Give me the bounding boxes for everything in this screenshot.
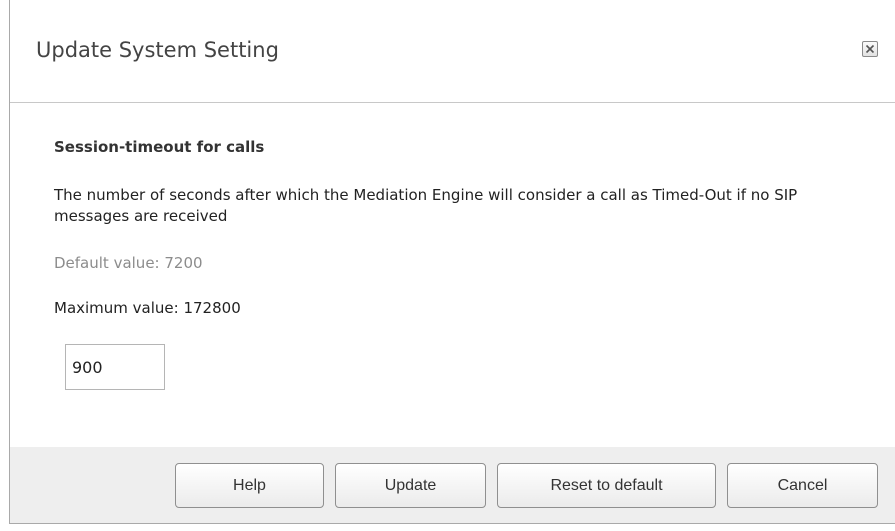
dialog-footer: Help Update Reset to default Cancel — [10, 447, 895, 523]
dialog-body: Session-timeout for calls The number of … — [10, 103, 895, 447]
close-icon — [865, 44, 875, 54]
dialog-titlebar: Update System Setting — [10, 0, 895, 103]
help-button[interactable]: Help — [175, 463, 324, 508]
close-button[interactable] — [862, 41, 878, 57]
cancel-button[interactable]: Cancel — [727, 463, 878, 508]
dialog-title: Update System Setting — [36, 38, 279, 62]
maximum-value-label: Maximum value: 172800 — [54, 299, 241, 317]
update-system-setting-dialog: Update System Setting Session-timeout fo… — [9, 0, 895, 524]
setting-description: The number of seconds after which the Me… — [54, 186, 798, 225]
setting-value-input[interactable] — [65, 344, 165, 390]
setting-name: Session-timeout for calls — [54, 138, 265, 156]
default-value-label: Default value: 7200 — [54, 254, 203, 272]
update-button[interactable]: Update — [335, 463, 486, 508]
reset-to-default-button[interactable]: Reset to default — [497, 463, 716, 508]
